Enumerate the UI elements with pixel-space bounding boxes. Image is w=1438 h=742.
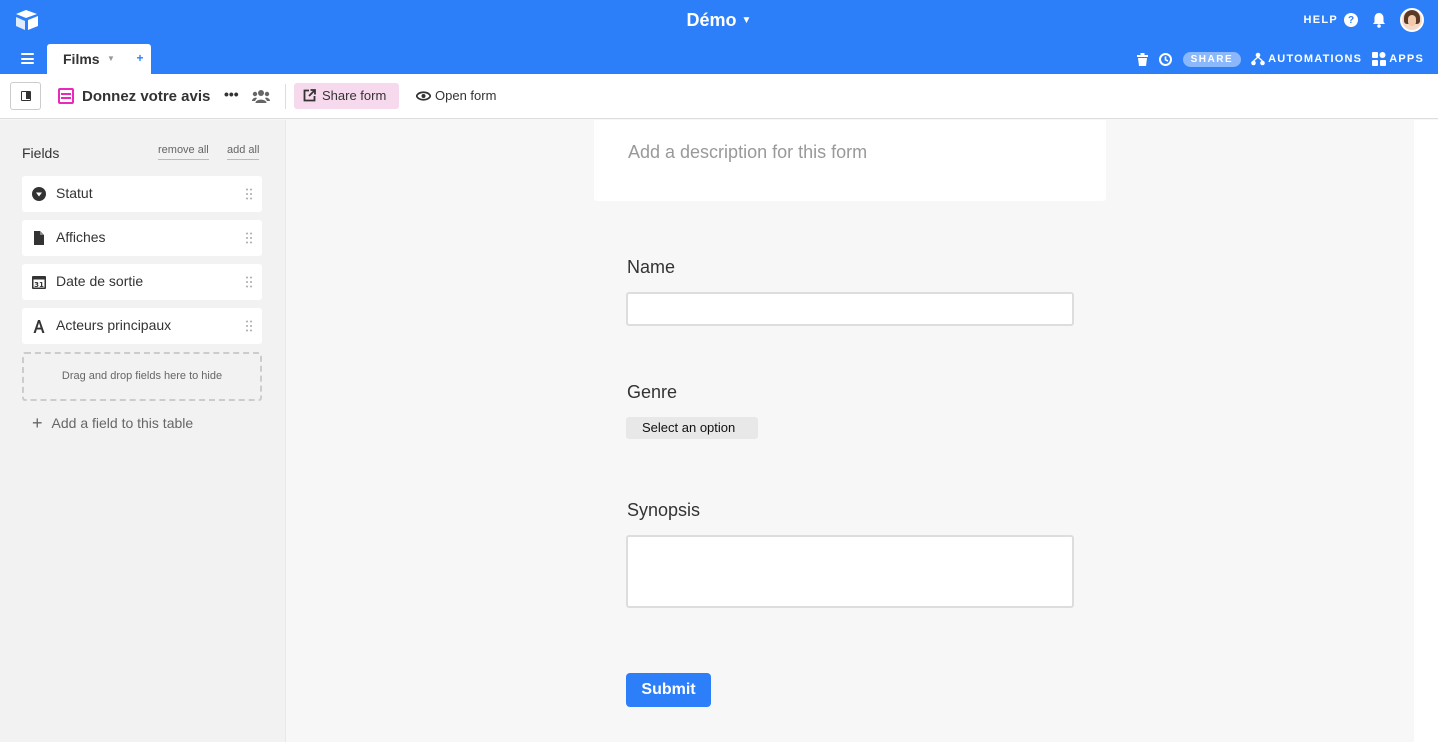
remove-all-link[interactable]: remove all <box>158 144 209 160</box>
question-label-genre: Genre <box>627 382 678 402</box>
synopsis-textarea[interactable] <box>626 535 1074 608</box>
help-button[interactable]: HELP <box>1303 14 1338 26</box>
genre-select[interactable]: Select an option <box>626 417 758 439</box>
apps-icon <box>1372 52 1387 66</box>
eye-icon <box>416 91 431 101</box>
form-header-card: Add a description for this form <box>594 120 1106 201</box>
share-form-button[interactable]: Share form <box>294 83 399 109</box>
svg-text:31: 31 <box>34 281 44 289</box>
header-right-tools: HELP ? <box>1303 8 1424 32</box>
form-description-input[interactable]: Add a description for this form <box>628 142 867 163</box>
avatar[interactable] <box>1400 8 1424 32</box>
view-name[interactable]: Donnez votre avis <box>82 88 210 105</box>
question-label-synopsis: Synopsis <box>627 500 701 520</box>
open-form-label: Open form <box>435 88 497 103</box>
base-title-dropdown[interactable]: Démo ▼ <box>0 10 1438 31</box>
sidebar-title: Fields <box>22 145 60 161</box>
form-view-icon <box>58 88 74 104</box>
more-options-icon[interactable]: ••• <box>224 86 239 102</box>
drag-handle-icon[interactable] <box>246 188 252 200</box>
field-item-acteurs-principaux[interactable]: Acteurs principaux <box>22 308 262 344</box>
add-field-label: Add a field to this table <box>51 415 194 431</box>
name-input[interactable] <box>626 292 1074 326</box>
view-bar: Donnez votre avis ••• Share form Open fo… <box>0 74 1438 119</box>
collaborators-icon[interactable] <box>252 89 270 103</box>
drag-handle-icon[interactable] <box>246 276 252 288</box>
history-icon[interactable] <box>1158 52 1173 67</box>
attachment-icon <box>34 231 44 245</box>
apps-label: APPS <box>1389 53 1424 65</box>
hide-fields-drop-zone[interactable]: Drag and drop fields here to hide <box>22 352 262 401</box>
field-item-statut[interactable]: Statut <box>22 176 262 212</box>
form-canvas <box>287 120 1414 742</box>
hamburger-menu-icon[interactable] <box>21 53 34 64</box>
sidebar-icon <box>21 91 31 101</box>
text-icon <box>33 320 45 333</box>
drag-handle-icon[interactable] <box>246 232 252 244</box>
external-share-icon <box>303 89 316 102</box>
tab-label: Films <box>63 51 100 67</box>
plus-icon: + <box>32 413 43 433</box>
automations-button[interactable]: AUTOMATIONS <box>1251 52 1362 66</box>
sidebar-toggle-button[interactable] <box>10 82 41 110</box>
open-form-button[interactable]: Open form <box>414 83 496 109</box>
field-label: Date de sortie <box>56 273 144 289</box>
field-item-affiches[interactable]: Affiches <box>22 220 262 256</box>
trash-icon[interactable] <box>1136 52 1148 66</box>
field-label: Affiches <box>56 229 106 245</box>
drag-handle-icon[interactable] <box>246 320 252 332</box>
add-table-icon[interactable]: + <box>134 52 146 64</box>
add-all-link[interactable]: add all <box>227 144 260 160</box>
field-item-date-de-sortie[interactable]: 31 Date de sortie <box>22 264 262 300</box>
share-form-label: Share form <box>322 88 387 103</box>
chevron-down-icon: ▼ <box>741 15 752 26</box>
base-tools: SHARE AUTOMATIONS APPS <box>1136 50 1424 68</box>
fields-sidebar: Fields remove all add all Statut Affiche… <box>0 120 286 742</box>
share-button[interactable]: SHARE <box>1182 51 1242 67</box>
question-label-name: Name <box>627 257 676 277</box>
question-icon[interactable]: ? <box>1344 13 1358 27</box>
single-select-icon <box>32 187 46 201</box>
submit-button[interactable]: Submit <box>626 673 711 707</box>
bell-icon[interactable] <box>1372 12 1386 28</box>
field-label: Statut <box>56 185 93 201</box>
automations-label: AUTOMATIONS <box>1268 53 1363 65</box>
table-tab-bar: Films ▼ + SHARE AUTOMATIONS APPS <box>0 44 1438 74</box>
automations-icon <box>1251 52 1265 66</box>
base-title: Démo <box>686 10 737 30</box>
calendar-icon: 31 <box>32 276 46 289</box>
field-label: Acteurs principaux <box>56 317 172 333</box>
chevron-down-icon[interactable]: ▼ <box>107 54 115 63</box>
toolbar-divider <box>285 84 286 109</box>
add-field-button[interactable]: + Add a field to this table <box>32 413 193 434</box>
canvas-right-edge <box>1414 120 1438 742</box>
apps-button[interactable]: APPS <box>1372 52 1424 66</box>
